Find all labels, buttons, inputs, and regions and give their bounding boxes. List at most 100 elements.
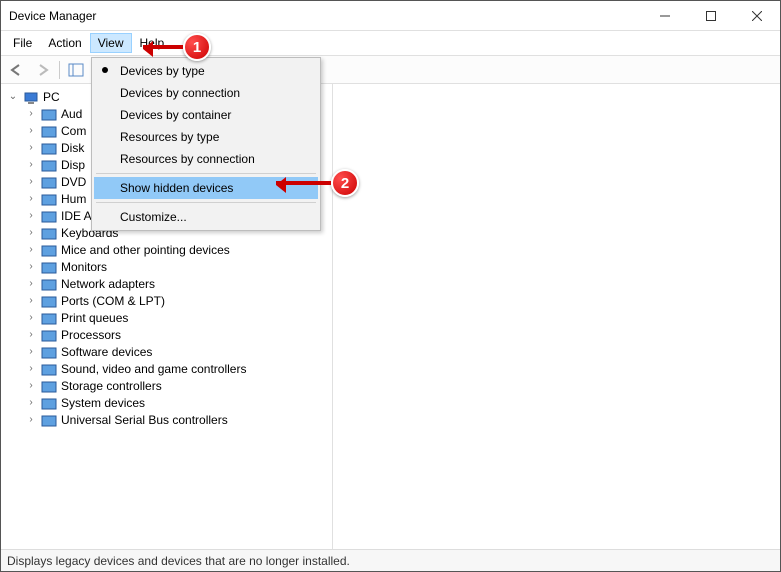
tree-item[interactable]: › System devices xyxy=(25,394,332,411)
expand-arrow-icon[interactable]: › xyxy=(25,278,37,289)
back-button[interactable] xyxy=(5,59,29,81)
menu-view[interactable]: View xyxy=(90,33,132,53)
tree-item-label: IDE A xyxy=(61,209,92,223)
device-category-icon xyxy=(41,107,57,121)
tree-item[interactable]: › Sound, video and game controllers xyxy=(25,360,332,377)
tree-item-label: Disk xyxy=(61,141,84,155)
expand-arrow-icon[interactable]: › xyxy=(25,244,37,255)
expand-arrow-icon[interactable]: › xyxy=(25,159,37,170)
tree-item-label: Universal Serial Bus controllers xyxy=(61,413,228,427)
device-category-icon xyxy=(41,362,57,376)
tree-item[interactable]: › Ports (COM & LPT) xyxy=(25,292,332,309)
tree-item-label: Ports (COM & LPT) xyxy=(61,294,165,308)
tree-item[interactable]: ›Monitors xyxy=(25,258,332,275)
expand-arrow-icon[interactable]: › xyxy=(25,363,37,374)
menu-item-label: Resources by connection xyxy=(120,152,255,166)
expand-arrow-icon[interactable]: › xyxy=(25,108,37,119)
menu-item[interactable]: Resources by connection xyxy=(94,148,318,170)
menu-item-label: Devices by container xyxy=(120,108,231,122)
device-category-icon xyxy=(41,209,57,223)
tree-item-label: Mice and other pointing devices xyxy=(61,243,230,257)
tree-item[interactable]: › Network adapters xyxy=(25,275,332,292)
device-category-icon xyxy=(41,328,57,342)
expand-arrow-icon[interactable]: › xyxy=(25,329,37,340)
tree-item[interactable]: › Mice and other pointing devices xyxy=(25,241,332,258)
menu-item[interactable]: Devices by container xyxy=(94,104,318,126)
device-category-icon xyxy=(41,277,57,291)
expand-arrow-icon[interactable]: › xyxy=(25,125,37,136)
close-icon xyxy=(752,11,762,21)
menubar: File Action View Help xyxy=(1,31,780,56)
tree-item-label: Software devices xyxy=(61,345,152,359)
tree-item[interactable]: › Universal Serial Bus controllers xyxy=(25,411,332,428)
details-pane xyxy=(333,84,780,550)
expand-arrow-icon[interactable]: › xyxy=(25,346,37,357)
expand-arrow-icon[interactable]: › xyxy=(25,261,37,272)
tree-item[interactable]: › Processors xyxy=(25,326,332,343)
annotation-1: 1 xyxy=(143,33,211,61)
tree-item-label: DVD xyxy=(61,175,86,189)
tree-item-label: Storage controllers xyxy=(61,379,162,393)
device-category-icon xyxy=(41,260,57,274)
device-category-icon xyxy=(41,345,57,359)
tree-item[interactable]: › Software devices xyxy=(25,343,332,360)
device-category-icon xyxy=(41,175,57,189)
tree-item-label: Com xyxy=(61,124,86,138)
maximize-icon xyxy=(706,11,716,21)
window-controls xyxy=(642,1,780,31)
menu-file[interactable]: File xyxy=(5,33,40,53)
tree-item-label: System devices xyxy=(61,396,145,410)
minimize-button[interactable] xyxy=(642,1,688,31)
radio-bullet-icon xyxy=(102,67,108,73)
expand-arrow-icon[interactable]: › xyxy=(25,414,37,425)
toolbar-separator xyxy=(59,61,60,79)
tree-item-label: Network adapters xyxy=(61,277,155,291)
forward-button[interactable] xyxy=(31,59,55,81)
menu-item-label: Resources by type xyxy=(120,130,219,144)
expand-arrow-icon[interactable]: › xyxy=(25,227,37,238)
device-category-icon xyxy=(41,294,57,308)
menu-separator xyxy=(96,202,316,203)
maximize-button[interactable] xyxy=(688,1,734,31)
tree-item-label: Hum xyxy=(61,192,86,206)
show-tree-button[interactable] xyxy=(64,59,88,81)
expand-arrow-icon[interactable]: ⌄ xyxy=(7,91,19,102)
pc-icon xyxy=(23,90,39,104)
expand-arrow-icon[interactable]: › xyxy=(25,312,37,323)
expand-arrow-icon[interactable]: › xyxy=(25,380,37,391)
device-category-icon xyxy=(41,226,57,240)
expand-arrow-icon[interactable]: › xyxy=(25,193,37,204)
device-category-icon xyxy=(41,396,57,410)
expand-arrow-icon[interactable]: › xyxy=(25,210,37,221)
tree-item[interactable]: ›Print queues xyxy=(25,309,332,326)
device-category-icon xyxy=(41,311,57,325)
device-category-icon xyxy=(41,192,57,206)
tree-item-label: Aud xyxy=(61,107,82,121)
tree-root-label: PC xyxy=(43,90,60,104)
tree-item[interactable]: › Storage controllers xyxy=(25,377,332,394)
menu-item-label: Devices by connection xyxy=(120,86,240,100)
menu-item[interactable]: Customize... xyxy=(94,206,318,228)
status-text: Displays legacy devices and devices that… xyxy=(7,554,350,568)
menu-item-label: Customize... xyxy=(120,210,187,224)
forward-arrow-icon xyxy=(35,64,51,76)
expand-arrow-icon[interactable]: › xyxy=(25,142,37,153)
device-category-icon xyxy=(41,243,57,257)
view-dropdown: Devices by type Devices by connection Devi… xyxy=(91,57,321,231)
menu-action[interactable]: Action xyxy=(40,33,89,53)
back-arrow-icon xyxy=(9,64,25,76)
titlebar: Device Manager xyxy=(1,1,780,31)
annotation-1-badge: 1 xyxy=(183,33,211,61)
expand-arrow-icon[interactable]: › xyxy=(25,397,37,408)
menu-item[interactable]: Devices by type xyxy=(94,60,318,82)
tree-item-label: Sound, video and game controllers xyxy=(61,362,246,376)
tree-item-label: Processors xyxy=(61,328,121,342)
close-button[interactable] xyxy=(734,1,780,31)
annotation-2: 2 xyxy=(276,169,359,197)
minimize-icon xyxy=(660,11,670,21)
expand-arrow-icon[interactable]: › xyxy=(25,176,37,187)
menu-item[interactable]: Devices by connection xyxy=(94,82,318,104)
window-title: Device Manager xyxy=(9,9,642,23)
expand-arrow-icon[interactable]: › xyxy=(25,295,37,306)
menu-item[interactable]: Resources by type xyxy=(94,126,318,148)
